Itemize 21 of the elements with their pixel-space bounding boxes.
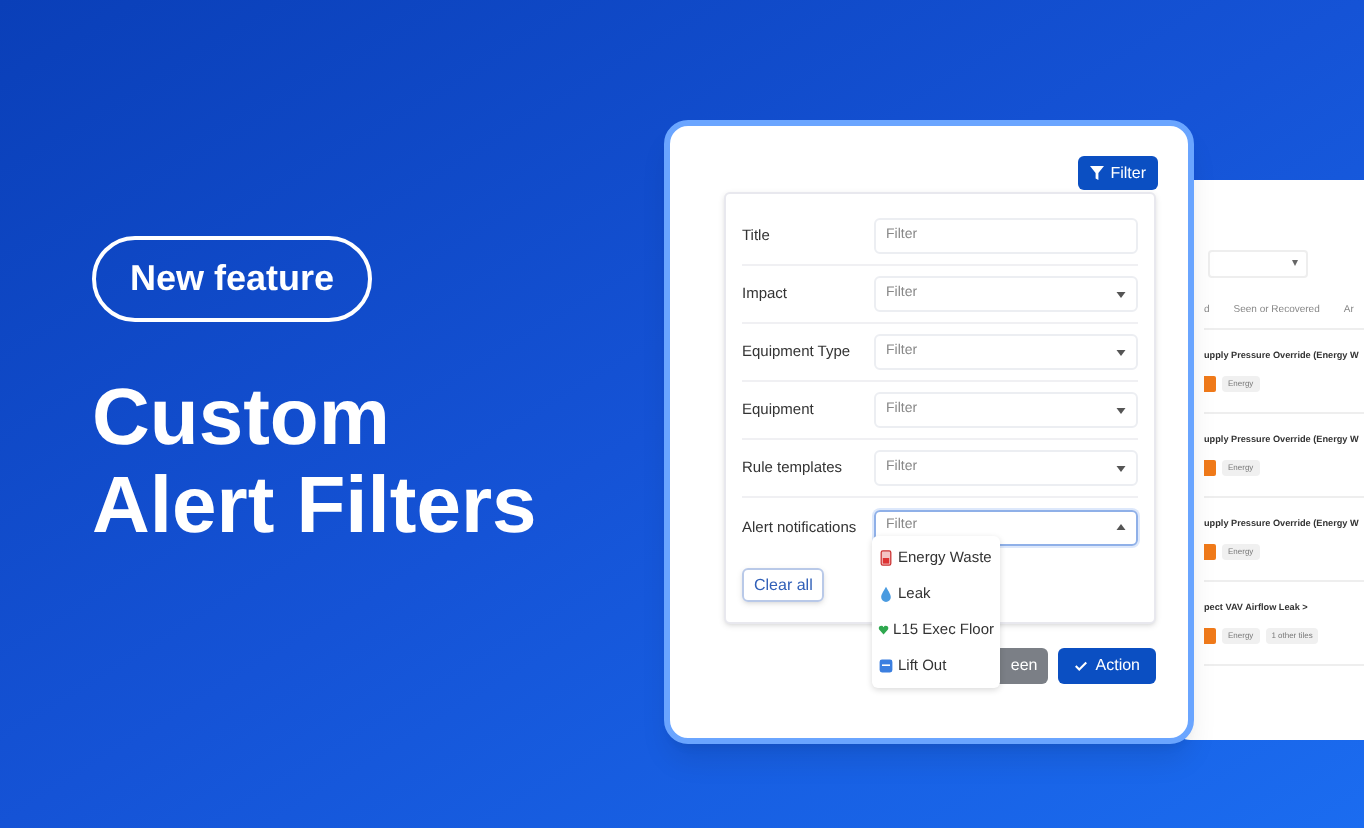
filter-icon — [1090, 166, 1105, 180]
check-icon — [1073, 659, 1088, 671]
action-button[interactable]: Action — [1057, 647, 1156, 683]
battery-icon — [878, 550, 894, 566]
caret-down-icon — [1116, 407, 1126, 413]
clear-all-button[interactable]: Clear all — [742, 568, 825, 602]
caret-up-icon — [1116, 524, 1126, 530]
new-feature-badge: New feature — [92, 236, 373, 322]
water-drop-icon — [878, 586, 894, 602]
impact-icon — [1204, 459, 1216, 476]
headline-line: Custom — [92, 374, 392, 462]
filter-button[interactable]: Filter — [1078, 156, 1158, 190]
impact-icon — [1204, 375, 1216, 392]
caret-down-icon — [1116, 291, 1126, 297]
impact-icon — [1204, 627, 1216, 644]
caret-down-icon — [1116, 349, 1126, 355]
square-icon — [878, 658, 894, 674]
caret-down-icon — [1116, 465, 1126, 471]
impact-icon — [1204, 543, 1216, 560]
heart-icon — [878, 622, 890, 638]
headline-line: Alert Filters — [92, 462, 537, 550]
